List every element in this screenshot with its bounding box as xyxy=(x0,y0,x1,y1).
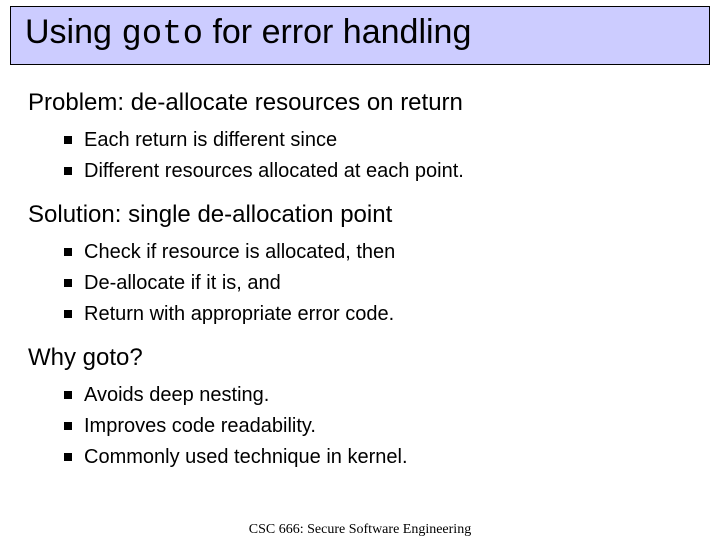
list-item: Improves code readability. xyxy=(64,411,692,442)
list-item: Each return is different since xyxy=(64,125,692,156)
title-mono: goto xyxy=(121,16,203,54)
bullet-list: Each return is different since Different… xyxy=(64,125,692,187)
slide-body: Problem: de-allocate resources on return… xyxy=(0,65,720,473)
bullet-list: Avoids deep nesting. Improves code reada… xyxy=(64,380,692,473)
list-item: De-allocate if it is, and xyxy=(64,268,692,299)
list-item: Return with appropriate error code. xyxy=(64,299,692,330)
section-heading: Why goto? xyxy=(28,344,692,372)
list-item: Commonly used technique in kernel. xyxy=(64,442,692,473)
slide-title: Using goto for error handling xyxy=(25,13,695,54)
bullet-list: Check if resource is allocated, then De-… xyxy=(64,237,692,330)
title-pre: Using xyxy=(25,13,121,51)
list-item: Different resources allocated at each po… xyxy=(64,156,692,187)
section-heading: Solution: single de-allocation point xyxy=(28,201,692,229)
slide-footer: CSC 666: Secure Software Engineering xyxy=(0,522,720,538)
title-post: for error handling xyxy=(203,13,471,51)
section-heading: Problem: de-allocate resources on return xyxy=(28,89,692,117)
list-item: Avoids deep nesting. xyxy=(64,380,692,411)
title-bar: Using goto for error handling xyxy=(10,6,710,65)
list-item: Check if resource is allocated, then xyxy=(64,237,692,268)
